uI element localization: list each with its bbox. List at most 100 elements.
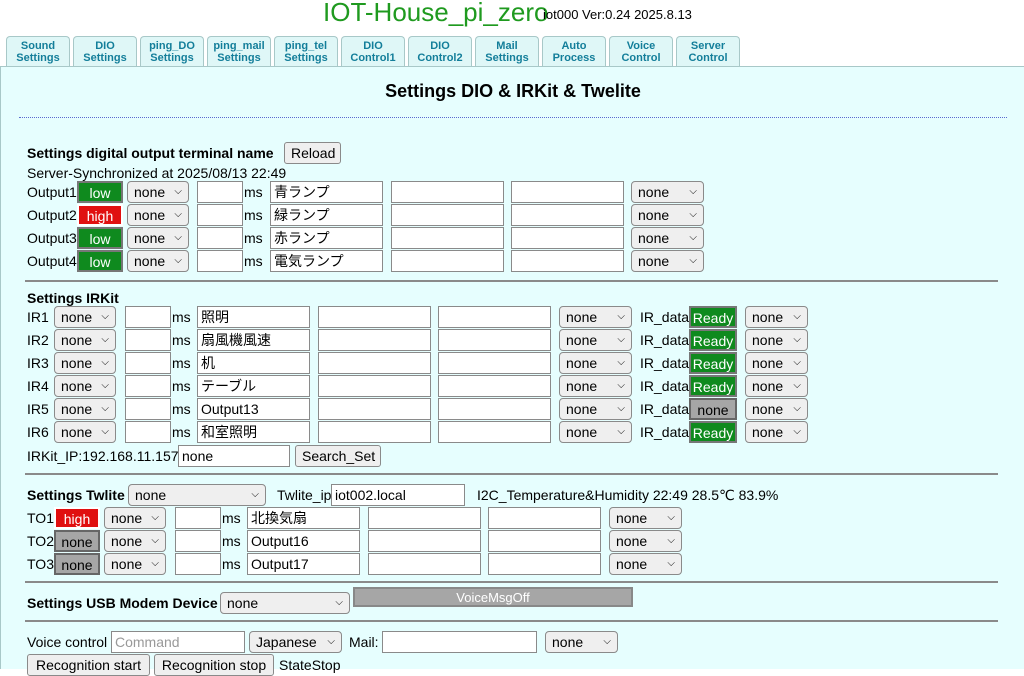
tab-3[interactable]: ping_mail Settings [207,36,271,67]
ir-extra-input[interactable] [438,398,551,420]
ir-mode-select[interactable]: none ⌵ [54,398,116,420]
tab-6[interactable]: DIO Control2 [408,36,472,67]
ir-ms-input[interactable] [125,306,171,328]
output-mode-select[interactable]: none ⌵ [127,204,189,226]
voice-command-input[interactable]: Command [111,631,245,653]
ir-mode-select[interactable]: none ⌵ [54,306,116,328]
output-name-input[interactable]: 青ランプ [270,181,383,203]
twlite-state-badge[interactable]: none [54,553,100,575]
ir-extra-input[interactable] [438,352,551,374]
ir-ms-input[interactable] [125,375,171,397]
irkit-ip-input[interactable]: none [178,445,290,467]
output-mode-select[interactable]: none ⌵ [127,250,189,272]
twlite-extra-input[interactable] [368,530,481,552]
ir-action-select[interactable]: none ⌵ [559,329,632,351]
ir-data-select[interactable]: none ⌵ [745,306,808,328]
output-mode-select[interactable]: none ⌵ [127,227,189,249]
ir-data-status-badge[interactable]: Ready [689,329,737,351]
ir-data-status-badge[interactable]: none [689,398,737,420]
usb-modem-select[interactable]: none ⌵ [220,592,350,614]
output-extra-input[interactable] [391,204,504,226]
tab-4[interactable]: ping_tel Settings [274,36,338,67]
twlite-action-select[interactable]: none ⌵ [609,507,682,529]
ir-data-select[interactable]: none ⌵ [745,421,808,443]
ir-extra-input[interactable] [318,398,431,420]
output-extra-input[interactable] [391,227,504,249]
twlite-name-input[interactable]: 北換気扇 [247,507,360,529]
output-extra-input[interactable] [391,181,504,203]
output-state-badge[interactable]: low [77,181,123,203]
output-name-input[interactable]: 赤ランプ [270,227,383,249]
output-ms-input[interactable] [197,181,243,203]
output-extra-input[interactable] [511,181,624,203]
twlite-ms-input[interactable] [175,530,221,552]
mail-select[interactable]: none ⌵ [545,631,618,653]
ir-mode-select[interactable]: none ⌵ [54,352,116,374]
twlite-extra-input[interactable] [488,530,601,552]
output-extra-input[interactable] [511,227,624,249]
twlite-extra-input[interactable] [488,553,601,575]
output-action-select[interactable]: none ⌵ [631,204,704,226]
twlite-action-select[interactable]: none ⌵ [609,530,682,552]
twlite-mode-select[interactable]: none ⌵ [104,553,166,575]
mail-input[interactable] [382,631,537,653]
output-action-select[interactable]: none ⌵ [631,181,704,203]
twlite-extra-input[interactable] [488,507,601,529]
ir-mode-select[interactable]: none ⌵ [54,421,116,443]
output-extra-input[interactable] [511,204,624,226]
ir-mode-select[interactable]: none ⌵ [54,329,116,351]
ir-action-select[interactable]: none ⌵ [559,398,632,420]
output-ms-input[interactable] [197,250,243,272]
ir-data-select[interactable]: none ⌵ [745,375,808,397]
language-select[interactable]: Japanese ⌵ [249,631,342,653]
ir-name-input[interactable]: 扇風機風速 [197,329,310,351]
twlite-ms-input[interactable] [175,553,221,575]
twlite-select[interactable]: none ⌵ [128,484,266,506]
output-state-badge[interactable]: low [77,227,123,249]
tab-1[interactable]: DIO Settings [73,36,137,67]
twlite-mode-select[interactable]: none ⌵ [104,530,166,552]
voice-msg-toggle[interactable]: VoiceMsgOff [353,587,633,607]
output-state-badge[interactable]: low [77,250,123,272]
ir-data-select[interactable]: none ⌵ [745,398,808,420]
ir-name-input[interactable]: 和室照明 [197,421,310,443]
ir-extra-input[interactable] [438,375,551,397]
ir-data-status-badge[interactable]: Ready [689,421,737,443]
twlite-mode-select[interactable]: none ⌵ [104,507,166,529]
output-action-select[interactable]: none ⌵ [631,250,704,272]
ir-data-status-badge[interactable]: Ready [689,352,737,374]
twlite-state-badge[interactable]: none [54,530,100,552]
tab-7[interactable]: Mail Settings [475,36,539,67]
ir-action-select[interactable]: none ⌵ [559,421,632,443]
twlite-extra-input[interactable] [368,507,481,529]
recognition-start-button[interactable]: Recognition start [27,654,150,676]
output-extra-input[interactable] [511,250,624,272]
tab-0[interactable]: Sound Settings [6,36,70,67]
ir-data-status-badge[interactable]: Ready [689,306,737,328]
tab-8[interactable]: Auto Process [542,36,606,67]
search-set-button[interactable]: Search_Set [295,445,381,467]
ir-extra-input[interactable] [318,375,431,397]
ir-ms-input[interactable] [125,421,171,443]
tab-10[interactable]: Server Control [676,36,740,67]
tab-2[interactable]: ping_DO Settings [140,36,204,67]
ir-extra-input[interactable] [318,306,431,328]
tab-9[interactable]: Voice Control [609,36,673,67]
ir-ms-input[interactable] [125,352,171,374]
output-ms-input[interactable] [197,204,243,226]
output-name-input[interactable]: 電気ランプ [270,250,383,272]
ir-extra-input[interactable] [438,306,551,328]
ir-extra-input[interactable] [318,352,431,374]
ir-data-select[interactable]: none ⌵ [745,329,808,351]
ir-extra-input[interactable] [438,421,551,443]
twlite-ms-input[interactable] [175,507,221,529]
reload-button[interactable]: Reload [284,142,341,164]
twlite-name-input[interactable]: Output17 [247,553,360,575]
output-action-select[interactable]: none ⌵ [631,227,704,249]
tab-5[interactable]: DIO Control1 [341,36,405,67]
ir-data-select[interactable]: none ⌵ [745,352,808,374]
ir-name-input[interactable]: 照明 [197,306,310,328]
ir-name-input[interactable]: Output13 [197,398,310,420]
ir-name-input[interactable]: テーブル [197,375,310,397]
ir-action-select[interactable]: none ⌵ [559,375,632,397]
